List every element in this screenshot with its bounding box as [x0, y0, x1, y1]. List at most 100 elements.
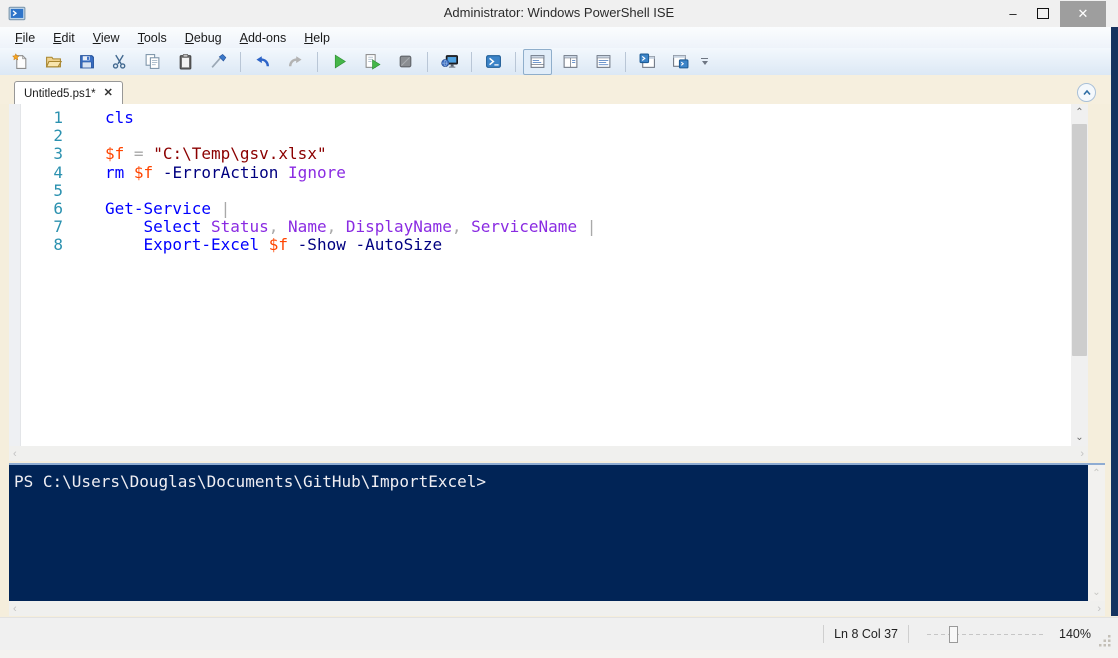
chevron-down-icon — [702, 61, 708, 65]
code-line[interactable]: 6Get-Service | — [21, 200, 1071, 218]
maximize-button[interactable] — [1028, 1, 1058, 27]
cut-button[interactable] — [105, 49, 134, 75]
line-number: 7 — [21, 218, 77, 236]
menu-edit[interactable]: Edit — [44, 29, 84, 47]
pstab-new-icon — [639, 53, 656, 70]
menu-view[interactable]: View — [84, 29, 129, 47]
menu-file[interactable]: File — [6, 29, 44, 47]
console-horizontal-scrollbar[interactable]: ‹ › — [9, 601, 1105, 616]
show-script-pane-right-button[interactable] — [556, 49, 585, 75]
window-frame-edge — [1111, 27, 1118, 616]
cursor-position: Ln 8 Col 37 — [834, 627, 898, 641]
scroll-down-icon[interactable]: ⌄ — [1071, 429, 1088, 446]
scroll-right-icon[interactable]: › — [1080, 448, 1084, 460]
console-input-area[interactable]: PS C:\Users\Douglas\Documents\GitHub\Imp… — [9, 465, 1088, 601]
line-number: 6 — [21, 200, 77, 218]
copy-button[interactable] — [138, 49, 167, 75]
redo-button — [281, 49, 310, 75]
toolbar-separator — [240, 52, 241, 72]
scroll-up-icon[interactable]: ⌃ — [1071, 104, 1088, 121]
toolbar-separator — [427, 52, 428, 72]
toolbar — [0, 48, 1118, 75]
breakpoint-margin[interactable] — [9, 104, 21, 446]
code-line[interactable]: 4rm $f -ErrorAction Ignore — [21, 164, 1071, 182]
run-selection-button[interactable] — [358, 49, 387, 75]
code-text — [77, 127, 105, 145]
scroll-down-icon[interactable]: ⌄ — [1088, 584, 1105, 601]
stop-operation-button — [391, 49, 420, 75]
scroll-left-icon[interactable]: ‹ — [13, 448, 17, 460]
editor-scrollbar-thumb[interactable] — [1072, 124, 1087, 356]
run-selection-icon — [364, 53, 381, 70]
scroll-left-icon[interactable]: ‹ — [13, 603, 17, 615]
code-text: Get-Service | — [77, 200, 230, 218]
code-line[interactable]: 1cls — [21, 109, 1071, 127]
code-line[interactable]: 8 Export-Excel $f -Show -AutoSize — [21, 236, 1071, 254]
pstab-window-icon — [672, 53, 689, 70]
console-prompt: PS C:\Users\Douglas\Documents\GitHub\Imp… — [9, 465, 1088, 491]
code-text: rm $f -ErrorAction Ignore — [77, 164, 346, 182]
show-command-window-button[interactable] — [666, 49, 695, 75]
menu-tools[interactable]: Tools — [129, 29, 176, 47]
code-line[interactable]: 2 — [21, 127, 1071, 145]
save-button[interactable] — [72, 49, 101, 75]
zoom-slider[interactable] — [927, 626, 1045, 643]
new-remote-powershell-tab-button[interactable] — [435, 49, 464, 75]
save-icon — [78, 53, 95, 70]
close-button[interactable]: ✕ — [1060, 1, 1106, 27]
clear-console-icon — [210, 53, 227, 70]
code-line[interactable]: 5 — [21, 182, 1071, 200]
start-powershell-button[interactable] — [479, 49, 508, 75]
line-number: 3 — [21, 145, 77, 163]
zoom-slider-thumb[interactable] — [949, 626, 958, 643]
script-editor[interactable]: 1cls23$f = "C:\Temp\gsv.xlsx"4rm $f -Err… — [9, 104, 1088, 446]
menu-add-ons[interactable]: Add-ons — [231, 29, 296, 47]
menu-help[interactable]: Help — [295, 29, 339, 47]
console-pane: PS C:\Users\Douglas\Documents\GitHub\Imp… — [9, 463, 1105, 601]
code-line[interactable]: 7 Select Status, Name, DisplayName, Serv… — [21, 218, 1071, 236]
collapse-script-pane-button[interactable] — [1077, 83, 1096, 102]
new-powershell-tab-button[interactable] — [633, 49, 662, 75]
tab-untitled5[interactable]: Untitled5.ps1* ✕ — [14, 81, 123, 105]
open-script-button[interactable] — [39, 49, 68, 75]
resize-grip[interactable] — [1099, 635, 1112, 648]
scroll-right-icon[interactable]: › — [1097, 603, 1101, 615]
show-script-pane-maximized-button[interactable] — [589, 49, 618, 75]
undo-button[interactable] — [248, 49, 277, 75]
title-bar: Administrator: Windows PowerShell ISE – … — [0, 0, 1118, 28]
new-script-icon — [12, 53, 29, 70]
layout-right-icon — [562, 53, 579, 70]
copy-icon — [144, 53, 161, 70]
tab-close-icon[interactable]: ✕ — [104, 88, 113, 99]
code-area[interactable]: 1cls23$f = "C:\Temp\gsv.xlsx"4rm $f -Err… — [21, 104, 1071, 446]
undo-icon — [254, 53, 271, 70]
run-script-button[interactable] — [325, 49, 354, 75]
code-line[interactable]: 3$f = "C:\Temp\gsv.xlsx" — [21, 145, 1071, 163]
stop-icon — [397, 53, 414, 70]
window-title: Administrator: Windows PowerShell ISE — [0, 5, 1118, 20]
menu-debug[interactable]: Debug — [176, 29, 231, 47]
chevron-up-icon — [1082, 88, 1092, 98]
code-text: Select Status, Name, DisplayName, Servic… — [77, 218, 596, 236]
code-text — [77, 182, 105, 200]
console-vertical-scrollbar[interactable]: ⌃ ⌄ — [1088, 465, 1105, 601]
line-number: 2 — [21, 127, 77, 145]
toolbar-separator — [471, 52, 472, 72]
show-script-pane-top-button[interactable] — [523, 49, 552, 75]
maximize-icon — [1037, 8, 1049, 19]
minimize-button[interactable]: – — [998, 1, 1028, 27]
open-script-icon — [45, 53, 62, 70]
layout-top-icon — [529, 53, 546, 70]
redo-icon — [287, 53, 304, 70]
new-script-button[interactable] — [6, 49, 35, 75]
scroll-up-icon[interactable]: ⌃ — [1088, 465, 1105, 482]
toolbar-overflow-button[interactable] — [701, 58, 708, 66]
line-number: 1 — [21, 109, 77, 127]
paste-button[interactable] — [171, 49, 200, 75]
overflow-bar-icon — [701, 58, 708, 60]
editor-horizontal-scrollbar[interactable]: ‹ › — [9, 446, 1088, 461]
editor-vertical-scrollbar[interactable]: ⌃ ⌄ — [1071, 104, 1088, 446]
toolbar-separator — [317, 52, 318, 72]
clear-console-button[interactable] — [204, 49, 233, 75]
zoom-slider-track — [927, 634, 1045, 635]
